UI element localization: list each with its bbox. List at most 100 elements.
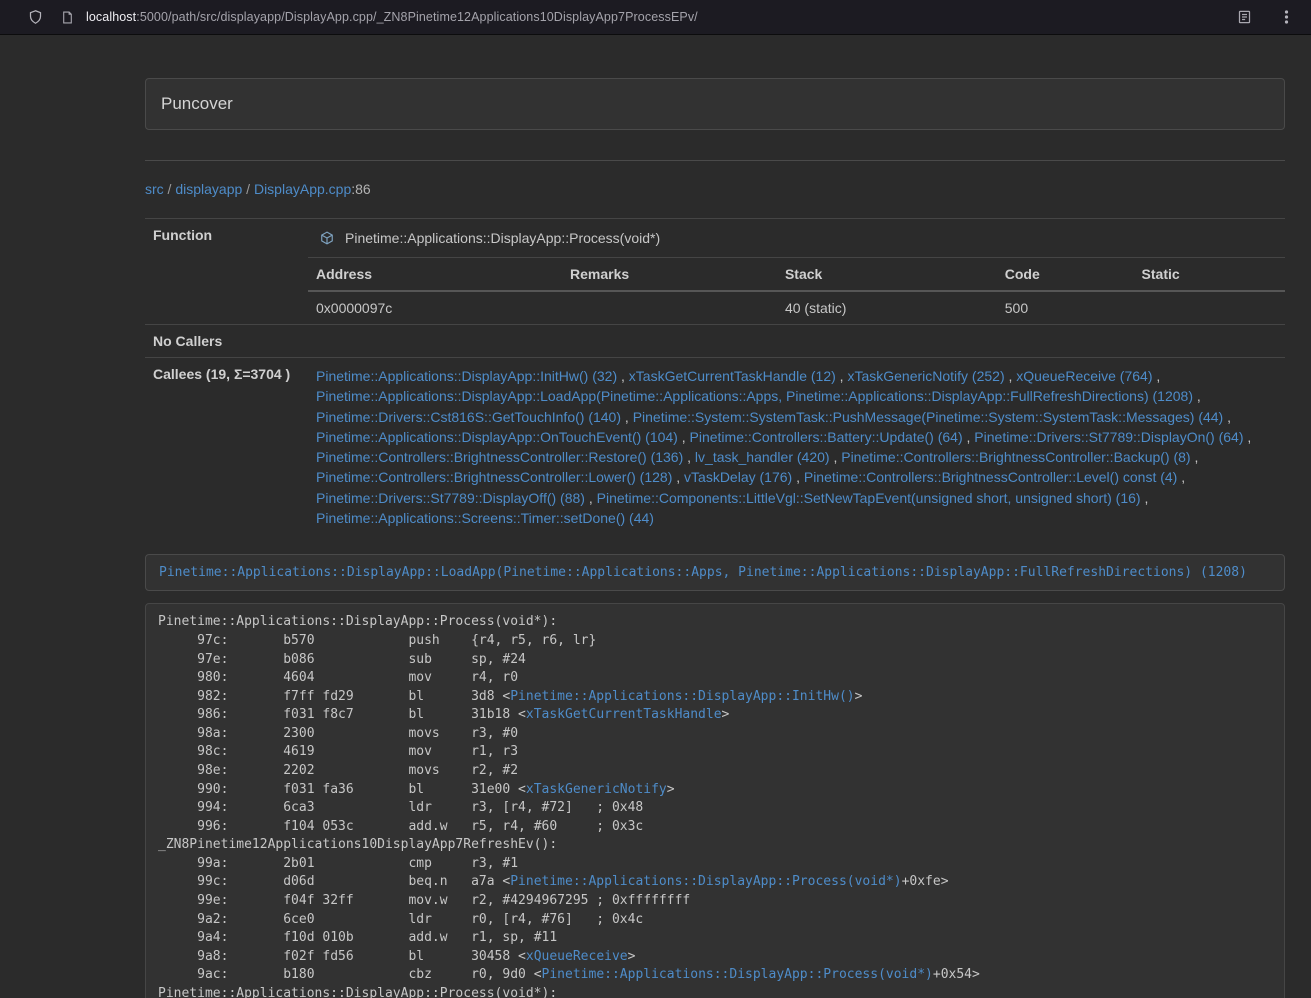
col-remarks: Remarks	[562, 258, 777, 292]
details-header-row: Address Remarks Stack Code Static	[308, 258, 1285, 292]
callee-link[interactable]: xTaskGenericNotify (252)	[847, 368, 1004, 384]
callee-separator: ,	[1177, 469, 1185, 485]
callee-separator: ,	[683, 449, 695, 465]
url-host: localhost	[86, 10, 136, 24]
callee-link[interactable]: Pinetime::Drivers::St7789::DisplayOn() (…	[974, 429, 1243, 445]
col-stack: Stack	[777, 258, 997, 292]
callee-link[interactable]: xTaskGetCurrentTaskHandle (12)	[629, 368, 836, 384]
callee-link[interactable]: Pinetime::Applications::Screens::Timer::…	[316, 510, 654, 526]
static-value	[1134, 291, 1285, 324]
details-row: 0x0000097c 40 (static) 500	[308, 291, 1285, 324]
callee-link[interactable]: Pinetime::Components::LittleVgl::SetNewT…	[597, 490, 1141, 506]
disassembly-line: 996: f104 053c add.w r5, r4, #60 ; 0x3c	[158, 818, 1272, 837]
disassembly-line: 9ac: b180 cbz r0, 9d0 <Pinetime::Applica…	[158, 966, 1272, 985]
callee-link[interactable]: xQueueReceive (764)	[1016, 368, 1152, 384]
callee-link[interactable]: Pinetime::Controllers::BrightnessControl…	[316, 449, 683, 465]
disassembly-line: 98c: 4619 mov r1, r3	[158, 743, 1272, 762]
function-heading: Pinetime::Applications::DisplayApp::Proc…	[308, 219, 1285, 257]
shield-icon[interactable]	[24, 6, 46, 28]
breadcrumb-line-number: :86	[351, 181, 370, 197]
callee-link[interactable]: lv_task_handler (420)	[695, 449, 830, 465]
callee-separator: ,	[1141, 490, 1149, 506]
selected-symbol-panel: Pinetime::Applications::DisplayApp::Load…	[145, 554, 1285, 591]
callee-separator: ,	[1244, 429, 1252, 445]
callee-separator: ,	[1193, 388, 1201, 404]
disassembly-line: 97e: b086 sub sp, #24	[158, 651, 1272, 670]
symbol-cube-icon	[316, 227, 338, 249]
breadcrumb-separator: /	[164, 181, 176, 197]
callee-link[interactable]: Pinetime::System::SystemTask::PushMessag…	[633, 409, 1224, 425]
disassembly-line: 994: 6ca3 ldr r3, [r4, #72] ; 0x48	[158, 799, 1272, 818]
col-code: Code	[997, 258, 1134, 292]
callee-link[interactable]: Pinetime::Controllers::BrightnessControl…	[804, 469, 1177, 485]
breadcrumb-separator: /	[242, 181, 254, 197]
disassembly-line: 982: f7ff fd29 bl 3d8 <Pinetime::Applica…	[158, 688, 1272, 707]
divider	[145, 160, 1285, 161]
disassembly-line: 986: f031 f8c7 bl 31b18 <xTaskGetCurrent…	[158, 706, 1272, 725]
callee-separator: ,	[1223, 409, 1231, 425]
breadcrumb-link[interactable]: DisplayApp.cpp	[254, 181, 351, 197]
disassembly-line: 99e: f04f 32ff mov.w r2, #4294967295 ; 0…	[158, 892, 1272, 911]
url-path: :5000/path/src/displayapp/DisplayApp.cpp…	[136, 10, 698, 24]
callee-separator: ,	[792, 469, 804, 485]
symbol-link[interactable]: xTaskGenericNotify	[526, 782, 667, 797]
kebab-menu-icon[interactable]	[1275, 6, 1297, 28]
reader-mode-icon[interactable]	[1233, 6, 1255, 28]
address-value: 0x0000097c	[308, 291, 562, 324]
callee-link[interactable]: Pinetime::Controllers::Battery::Update()…	[690, 429, 963, 445]
col-address: Address	[308, 258, 562, 292]
callee-separator: ,	[1005, 368, 1017, 384]
disassembly-line: 9a8: f02f fd56 bl 30458 <xQueueReceive>	[158, 948, 1272, 967]
callee-separator: ,	[621, 409, 633, 425]
function-name: Pinetime::Applications::DisplayApp::Proc…	[345, 230, 660, 246]
callee-separator: ,	[617, 368, 629, 384]
symbol-link[interactable]: xQueueReceive	[526, 949, 628, 964]
browser-toolbar: localhost:5000/path/src/displayapp/Displ…	[0, 0, 1311, 35]
symbol-link[interactable]: xTaskGetCurrentTaskHandle	[526, 707, 722, 722]
callee-separator: ,	[672, 469, 684, 485]
url-bar[interactable]: localhost:5000/path/src/displayapp/Displ…	[56, 6, 1233, 28]
callee-link[interactable]: Pinetime::Drivers::Cst816S::GetTouchInfo…	[316, 409, 621, 425]
disassembly-line: 99a: 2b01 cmp r3, #1	[158, 855, 1272, 874]
callee-link[interactable]: Pinetime::Drivers::St7789::DisplayOff() …	[316, 490, 585, 506]
callee-separator: ,	[1152, 368, 1160, 384]
code-value: 500	[997, 291, 1134, 324]
symbol-link[interactable]: Pinetime::Applications::DisplayApp::Proc…	[542, 967, 933, 982]
callees-label: Callees (19, Σ=3704 )	[145, 358, 308, 537]
app-header-panel: Puncover	[145, 78, 1285, 130]
disassembly-line: _ZN8Pinetime12Applications10DisplayApp7R…	[158, 836, 1272, 855]
callee-separator: ,	[1191, 449, 1199, 465]
callee-link[interactable]: Pinetime::Controllers::BrightnessControl…	[316, 469, 672, 485]
selected-symbol-link[interactable]: Pinetime::Applications::DisplayApp::Load…	[159, 565, 1247, 580]
disassembly-block: Pinetime::Applications::DisplayApp::Proc…	[145, 603, 1285, 998]
breadcrumb: src / displayapp / DisplayApp.cpp:86	[145, 181, 1285, 197]
disassembly-line: 990: f031 fa36 bl 31e00 <xTaskGenericNot…	[158, 781, 1272, 800]
remarks-value	[562, 291, 777, 324]
disassembly-line: Pinetime::Applications::DisplayApp::Proc…	[158, 613, 1272, 632]
callee-separator: ,	[830, 449, 842, 465]
col-static: Static	[1134, 258, 1285, 292]
callee-link[interactable]: Pinetime::Applications::DisplayApp::Load…	[316, 388, 1193, 404]
disassembly-line: 9a4: f10d 010b add.w r1, sp, #11	[158, 929, 1272, 948]
symbol-link[interactable]: Pinetime::Applications::DisplayApp::Init…	[510, 689, 854, 704]
disassembly-line: 97c: b570 push {r4, r5, r6, lr}	[158, 632, 1272, 651]
callee-link[interactable]: Pinetime::Applications::DisplayApp::OnTo…	[316, 429, 678, 445]
callee-separator: ,	[836, 368, 848, 384]
function-row: Function Pinetime::Applications::Display…	[145, 219, 1285, 325]
disassembly-line: Pinetime::Applications::DisplayApp::Proc…	[158, 985, 1272, 998]
breadcrumb-link[interactable]: src	[145, 181, 164, 197]
callee-link[interactable]: Pinetime::Applications::DisplayApp::Init…	[316, 368, 617, 384]
callee-link[interactable]: vTaskDelay (176)	[684, 469, 792, 485]
symbol-table: Function Pinetime::Applications::Display…	[145, 218, 1285, 536]
page-container: Puncover src / displayapp / DisplayApp.c…	[145, 78, 1285, 998]
symbol-link[interactable]: Pinetime::Applications::DisplayApp::Proc…	[510, 874, 901, 889]
app-title: Puncover	[161, 94, 233, 113]
callee-separator: ,	[678, 429, 690, 445]
callees-list: Pinetime::Applications::DisplayApp::Init…	[308, 358, 1285, 537]
breadcrumb-link[interactable]: displayapp	[175, 181, 242, 197]
disassembly-line: 99c: d06d beq.n a7a <Pinetime::Applicati…	[158, 873, 1272, 892]
no-callers-row: No Callers	[145, 325, 1285, 358]
callee-link[interactable]: Pinetime::Controllers::BrightnessControl…	[841, 449, 1190, 465]
function-details-table: Address Remarks Stack Code Static 0x0000…	[308, 257, 1285, 324]
url-text: localhost:5000/path/src/displayapp/Displ…	[86, 10, 698, 24]
